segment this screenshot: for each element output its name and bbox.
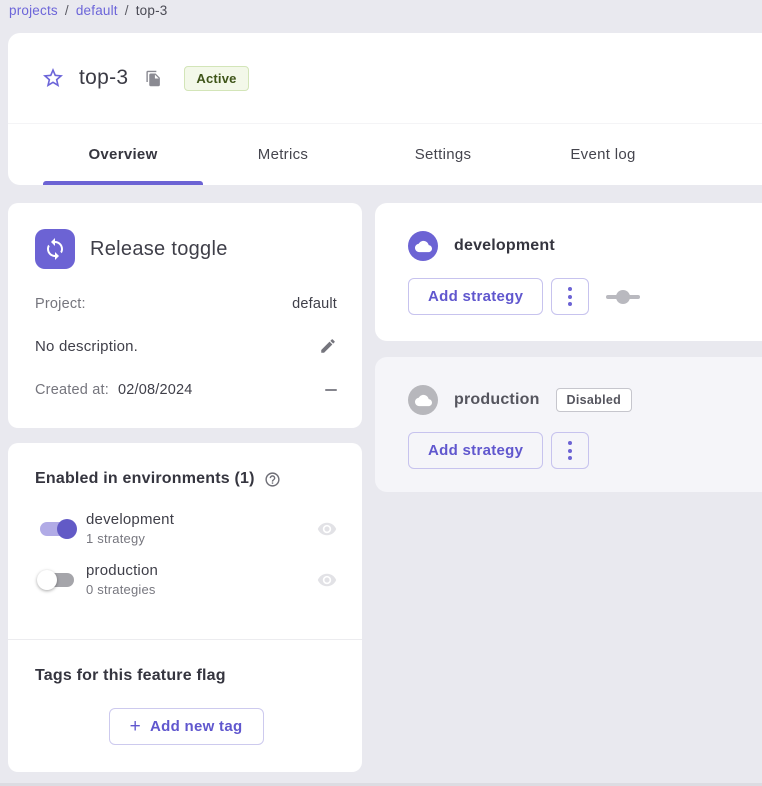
created-at-value: 02/08/2024 xyxy=(118,382,193,398)
breadcrumb-current: top-3 xyxy=(136,3,168,18)
edit-description-button[interactable] xyxy=(319,337,337,355)
tab-bar: Overview Metrics Settings Event log xyxy=(8,123,762,185)
more-options-button[interactable] xyxy=(551,278,589,315)
environment-row-production: production 0 strategies xyxy=(35,562,337,597)
kebab-icon xyxy=(568,441,572,445)
disabled-badge: Disabled xyxy=(556,388,633,412)
release-toggle-icon xyxy=(35,229,75,269)
tags-section: Tags for this feature flag + Add new tag xyxy=(8,640,362,745)
development-toggle[interactable] xyxy=(35,517,79,541)
cloud-icon xyxy=(408,231,438,261)
favorite-star-icon[interactable] xyxy=(41,66,65,90)
breadcrumb-link-projects[interactable]: projects xyxy=(9,3,58,18)
development-environment-panel: development Add strategy xyxy=(375,203,762,341)
project-value: default xyxy=(292,296,337,312)
feature-header-card: top-3 Active Overview Metrics Settings E… xyxy=(8,33,762,185)
pencil-icon xyxy=(319,337,337,355)
production-toggle[interactable] xyxy=(35,568,79,592)
minus-icon xyxy=(325,389,337,391)
breadcrumb: projects / default / top-3 xyxy=(9,3,168,18)
feature-title-row: top-3 Active xyxy=(8,33,762,123)
status-badge: Active xyxy=(184,66,248,91)
environment-name: production xyxy=(86,562,317,579)
flag-type-label: Release toggle xyxy=(90,238,228,261)
plus-icon: + xyxy=(130,717,141,736)
eye-icon[interactable] xyxy=(317,570,337,590)
add-new-tag-button[interactable]: + Add new tag xyxy=(109,708,264,745)
copy-icon[interactable] xyxy=(145,69,163,87)
project-label: Project: xyxy=(35,296,86,312)
enabled-environments-section: Enabled in environments (1) development … xyxy=(8,443,362,639)
eye-icon[interactable] xyxy=(317,519,337,539)
help-icon[interactable] xyxy=(264,471,281,488)
environments-title: Enabled in environments (1) xyxy=(35,470,255,488)
cloud-icon xyxy=(408,385,438,415)
tab-overview[interactable]: Overview xyxy=(43,124,203,185)
add-strategy-button[interactable]: Add strategy xyxy=(408,432,543,469)
environment-strategy-count: 0 strategies xyxy=(86,582,317,597)
environment-panel-name: production xyxy=(454,391,540,409)
kebab-icon xyxy=(568,287,572,291)
flag-details-card: Release toggle Project: default No descr… xyxy=(8,203,362,428)
environment-strategy-count: 1 strategy xyxy=(86,531,317,546)
tab-metrics[interactable]: Metrics xyxy=(203,124,363,185)
tab-settings[interactable]: Settings xyxy=(363,124,523,185)
add-strategy-button[interactable]: Add strategy xyxy=(408,278,543,315)
created-at-label: Created at: xyxy=(35,382,109,398)
connector-node-icon xyxy=(606,290,640,304)
environments-card: Enabled in environments (1) development … xyxy=(8,443,362,772)
breadcrumb-separator: / xyxy=(65,3,69,18)
breadcrumb-separator: / xyxy=(125,3,129,18)
environment-name: development xyxy=(86,511,317,528)
production-environment-panel: production Disabled Add strategy xyxy=(375,357,762,492)
created-at-row: Created at: 02/08/2024 xyxy=(8,382,362,398)
breadcrumb-link-default[interactable]: default xyxy=(76,3,118,18)
environment-row-development: development 1 strategy xyxy=(35,511,337,546)
description-text: No description. xyxy=(35,338,138,355)
collapse-button[interactable] xyxy=(325,389,337,391)
flag-type-row: Release toggle xyxy=(8,203,362,269)
page-title: top-3 xyxy=(79,66,128,90)
tags-title: Tags for this feature flag xyxy=(35,667,337,685)
tab-event-log[interactable]: Event log xyxy=(523,124,683,185)
project-row: Project: default xyxy=(8,296,362,312)
environment-panel-name: development xyxy=(454,237,555,255)
description-row: No description. xyxy=(8,337,362,355)
more-options-button[interactable] xyxy=(551,432,589,469)
